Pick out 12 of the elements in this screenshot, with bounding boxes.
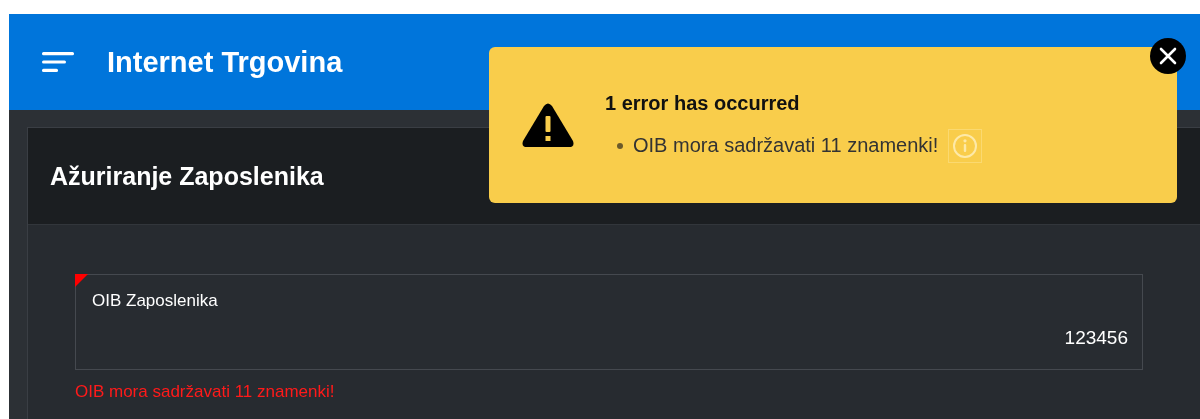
input-field[interactable]: OIB Zaposlenika 123456 <box>75 274 1143 370</box>
card-title: Ažuriranje Zaposlenika <box>50 161 324 191</box>
error-message: OIB mora sadržavati 11 znamenki! <box>633 134 939 157</box>
validation-message: OIB mora sadržavati 11 znamenki! <box>75 382 336 402</box>
close-icon <box>1159 47 1177 65</box>
toast-title: 1 error has occurred <box>605 91 801 115</box>
menu-icon[interactable] <box>42 52 75 72</box>
field-label: OIB Zaposlenika <box>92 291 219 311</box>
field-value: 123456 <box>1064 327 1128 349</box>
app-title: Internet Trgovina <box>107 45 343 79</box>
bullet-icon <box>617 142 623 149</box>
warning-icon <box>521 102 575 148</box>
